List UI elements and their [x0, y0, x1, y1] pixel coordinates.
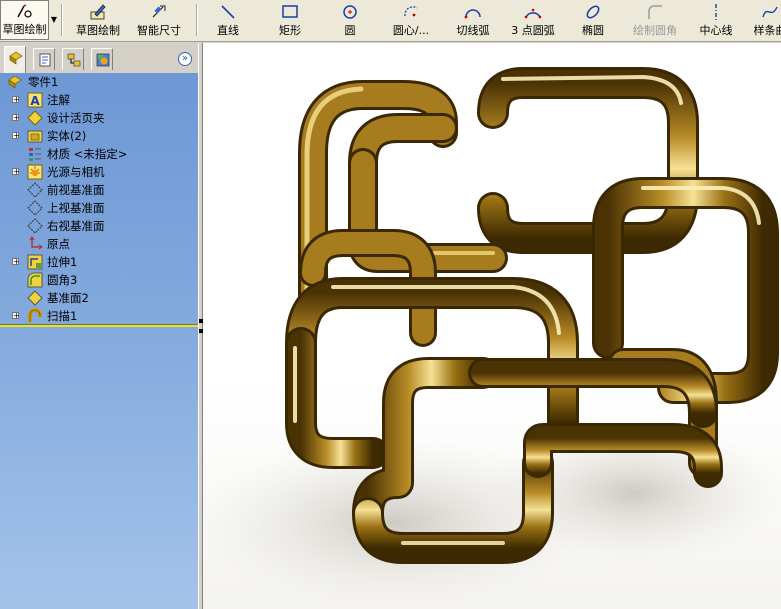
line-button[interactable]: 直线	[208, 2, 248, 40]
sketch-button[interactable]: 草图绘制	[0, 0, 49, 40]
toolbar-separator	[61, 4, 63, 36]
tangent-arc-label: 切线弧	[456, 24, 490, 37]
tree-item-label: 前视基准面	[47, 183, 105, 197]
line-icon	[221, 5, 235, 19]
toolbar-separator	[196, 4, 198, 36]
tree-item-label: 基准面2	[47, 291, 89, 305]
spline-icon	[762, 6, 778, 18]
tube-loop	[285, 229, 579, 469]
centerpoint-arc-icon	[404, 6, 418, 17]
centerline-button[interactable]: 中心线	[696, 2, 736, 40]
tab-configuration-manager[interactable]	[62, 48, 84, 70]
solid-bodies-icon	[27, 130, 43, 143]
tree-item-label: 实体(2)	[47, 129, 87, 143]
tangent-arc-button[interactable]: 切线弧	[452, 2, 494, 40]
tree-item-label: 原点	[47, 237, 70, 251]
centerpoint-arc-label: 圆心/...	[392, 24, 430, 37]
tree-item-label: 零件1	[28, 75, 59, 89]
rectangle-icon	[282, 5, 298, 18]
rectangle-label: 矩形	[279, 24, 301, 37]
pencil-sketch-icon	[90, 4, 106, 20]
model-render	[203, 67, 781, 608]
collapse-glyph: »	[181, 53, 189, 64]
feature-manager-panel: » 零件1 + A 注解 + 设计活页夹 + 实体(2) 材质 <未指定> + …	[0, 43, 198, 609]
circle-icon	[343, 5, 357, 19]
sketch-fillet-icon	[648, 5, 662, 19]
plane-icon	[27, 218, 43, 234]
expand-toggle[interactable]: +	[12, 132, 20, 140]
line-label: 直线	[217, 24, 239, 37]
three-point-arc-label: 3 点圆弧	[511, 24, 555, 37]
plane-icon	[27, 182, 43, 198]
lights-cameras-icon	[27, 164, 43, 180]
sketch-draw-button[interactable]: 草图绘制	[70, 2, 126, 40]
tree-item-label: 设计活页夹	[47, 111, 105, 125]
rectangle-button[interactable]: 矩形	[270, 2, 310, 40]
tree-item-label: 注解	[47, 93, 70, 107]
three-point-arc-icon	[524, 8, 542, 19]
ellipse-button[interactable]: 椭圆	[576, 2, 610, 40]
tree-item-label: 拉伸1	[47, 255, 78, 269]
tab-feature-manager[interactable]	[4, 46, 26, 73]
sketch-toolbar: 草图绘制 ▼ 草图绘制 智能尺寸 直线 矩形 圆 圆心/... 切线弧 3 点圆…	[0, 0, 781, 42]
panel-tabs: »	[0, 43, 198, 73]
expand-toggle[interactable]: +	[12, 114, 20, 122]
origin-icon	[29, 236, 43, 250]
sketch-fillet-label: 绘制圆角	[633, 24, 677, 37]
centerpoint-arc-button[interactable]: 圆心/...	[385, 2, 437, 40]
expand-toggle[interactable]: +	[12, 258, 20, 266]
sketch-dropdown-arrow[interactable]: ▼	[49, 2, 59, 38]
plane-icon	[27, 200, 43, 216]
sketch-icon	[16, 4, 32, 18]
smart-dimension-button[interactable]: 智能尺寸	[131, 2, 187, 40]
feature-manager-icon	[9, 51, 23, 65]
expand-toggle[interactable]: +	[12, 96, 20, 104]
display-manager-icon	[96, 53, 110, 67]
tangent-arc-icon	[464, 9, 481, 19]
sketch-draw-label: 草图绘制	[76, 24, 120, 37]
ellipse-label: 椭圆	[582, 24, 604, 37]
expand-toggle[interactable]: +	[12, 312, 20, 320]
fillet-icon	[27, 272, 43, 288]
dimension-icon	[152, 5, 166, 18]
tab-display-manager[interactable]	[91, 48, 113, 70]
circle-label: 圆	[344, 24, 356, 37]
tree-item-label: 上视基准面	[47, 201, 105, 215]
sweep-icon	[28, 308, 42, 322]
expand-toggle[interactable]: +	[12, 168, 20, 176]
rollback-bar[interactable]	[0, 324, 198, 327]
tab-property-manager[interactable]	[33, 48, 55, 70]
tree-item-label: 扫描1	[47, 309, 78, 323]
part-icon	[8, 75, 22, 89]
sketch-fillet-button[interactable]: 绘制圆角	[628, 2, 682, 40]
property-manager-icon	[39, 53, 51, 67]
centerline-icon	[715, 4, 717, 20]
graphics-viewport[interactable]	[203, 43, 781, 609]
centerline-label: 中心线	[699, 24, 733, 37]
configuration-manager-icon	[67, 53, 81, 67]
ellipse-icon	[586, 5, 600, 19]
collapse-panel-button[interactable]: »	[178, 52, 192, 66]
tree-item-label: 材质 <未指定>	[47, 147, 128, 161]
sketch-button-label: 草图绘制	[2, 23, 47, 36]
spline-label: 样条曲	[753, 24, 781, 37]
three-point-arc-button[interactable]: 3 点圆弧	[505, 2, 561, 40]
circle-button[interactable]: 圆	[333, 2, 367, 40]
tree-item-label: 右视基准面	[47, 219, 105, 233]
material-icon	[29, 148, 41, 161]
extrude-icon	[27, 254, 43, 270]
smart-dimension-label: 智能尺寸	[137, 24, 181, 37]
design-binder-icon	[27, 110, 43, 126]
tree-item-label: 圆角3	[47, 273, 78, 287]
plane-feature-icon	[27, 290, 43, 306]
svg-text:A: A	[30, 94, 40, 108]
spline-button[interactable]: 样条曲	[750, 2, 781, 40]
annotations-icon: A	[27, 92, 43, 108]
tree-item-label: 光源与相机	[47, 165, 105, 179]
